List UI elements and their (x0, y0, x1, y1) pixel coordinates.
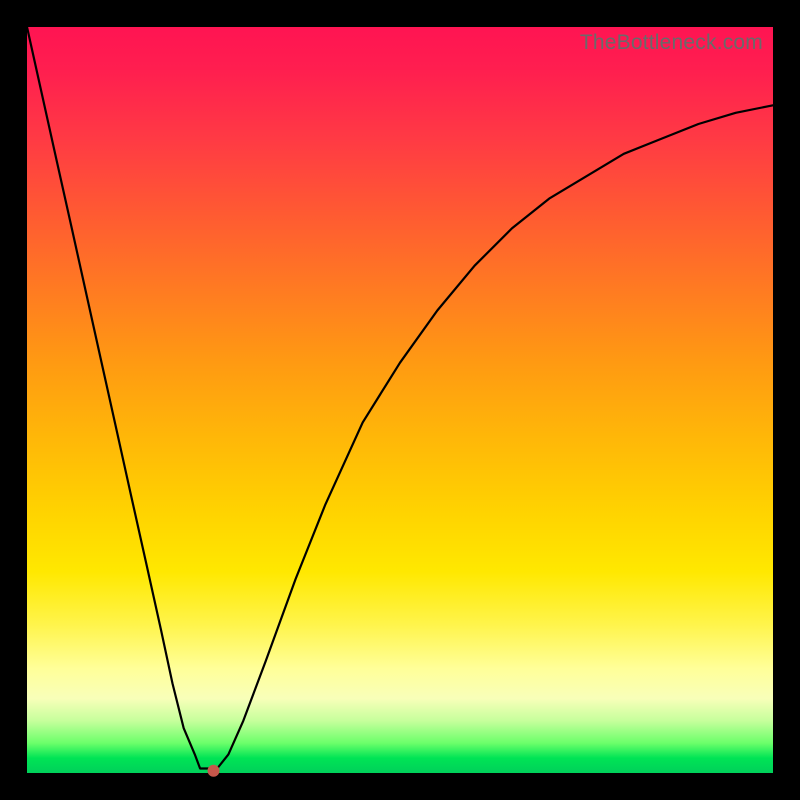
plot-area: TheBottleneck.com (27, 27, 773, 773)
curve-path (27, 27, 773, 769)
minimum-marker (208, 765, 220, 777)
watermark-label: TheBottleneck.com (580, 31, 763, 55)
bottleneck-curve (27, 27, 773, 773)
chart-frame: TheBottleneck.com (0, 0, 800, 800)
